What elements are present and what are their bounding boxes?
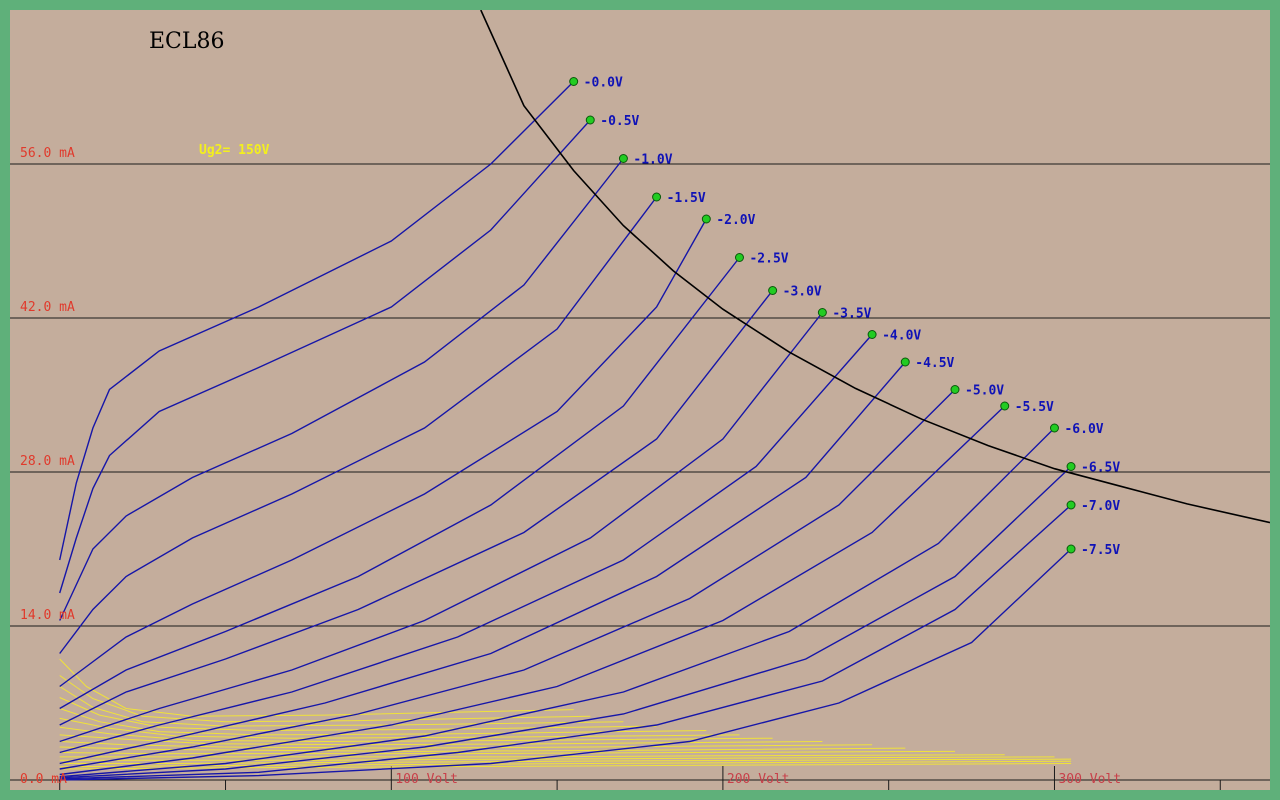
curve-label-4: -2.0V [716,213,755,228]
curve-4 [59,218,707,688]
screen-current-curves [59,658,1072,770]
curve-end-marker-7 [817,308,827,317]
curve-15 [59,548,1072,781]
x-tick-label-0: 100 Volt [395,772,458,787]
curve-end-marker-3 [652,192,662,202]
curve-end-marker-8 [867,330,877,339]
curve-end-marker-15 [1066,544,1076,554]
y-tick-label-2: 28.0 mA [20,454,75,469]
curve-label-15: -7.5V [1081,543,1120,558]
curve-label-10: -5.0V [965,384,1004,399]
curve-0 [59,81,575,561]
y-tick-label-1: 14.0 mA [20,608,75,623]
curve-label-5: -2.5V [749,252,788,267]
curve-label-9: -4.5V [915,356,954,371]
curve-end-marker-11 [1000,401,1010,411]
chart-frame: ECL86 Ug2= 150V 0.0 mA 14.0 mA 28.0 mA 42.0… [10,10,1270,790]
curve-14 [59,504,1072,780]
curve-1 [59,119,591,594]
curve-end-marker-13 [1066,462,1076,471]
curve-label-6: -3.0V [783,285,822,300]
curve-7 [59,312,823,743]
y-tick-label-4: 56.0 mA [20,146,75,161]
curve-label-3: -1.5V [667,191,706,206]
x-tick-label-2: 300 Volt [1058,772,1121,787]
curve-end-marker-9 [900,357,910,367]
curve-end-marker-6 [768,286,778,295]
curve-label-0: -0.0V [584,76,623,91]
curve-label-1: -0.5V [600,114,639,129]
x-tick-label-1: 200 Volt [727,772,790,787]
curve-end-marker-0 [569,77,579,86]
curve-3 [59,196,658,654]
curve-2 [59,158,624,621]
curve-label-8: -4.0V [882,329,921,344]
curve-label-12: -6.0V [1064,422,1103,437]
curve-label-13: -6.5V [1081,461,1120,476]
curve-end-marker-10 [950,385,960,394]
curve-label-11: -5.5V [1015,400,1054,415]
curve-6 [59,290,774,726]
anode-current-curves [59,81,1072,781]
curve-end-marker-4 [701,214,711,224]
grid-lines [10,163,1270,790]
curve-label-2: -1.0V [633,153,672,168]
curve-end-markers [569,77,1076,554]
screen-curve-2 [59,686,624,727]
curve-label-7: -3.5V [832,307,871,322]
curve-end-marker-12 [1049,423,1059,433]
screen-curve-0 [59,658,574,717]
y-tick-label-3: 42.0 mA [20,300,75,315]
curve-13 [59,465,1072,779]
curve-end-marker-1 [585,115,595,125]
curve-label-14: -7.0V [1081,499,1120,514]
curve-end-marker-14 [1066,500,1076,510]
screen-curve-10 [59,750,956,755]
curve-11 [59,405,1006,776]
y-tick-label-0: 0.0 mA [20,772,67,787]
curve-end-marker-5 [734,253,744,262]
screen-voltage-label: Ug2= 150V [199,143,270,158]
curve-end-marker-2 [618,154,628,163]
chart-title: ECL86 [149,29,225,54]
tube-characteristic-chart: ECL86 Ug2= 150V 0.0 mA 14.0 mA 28.0 mA 42.0… [10,10,1270,790]
curve-5 [59,257,741,710]
